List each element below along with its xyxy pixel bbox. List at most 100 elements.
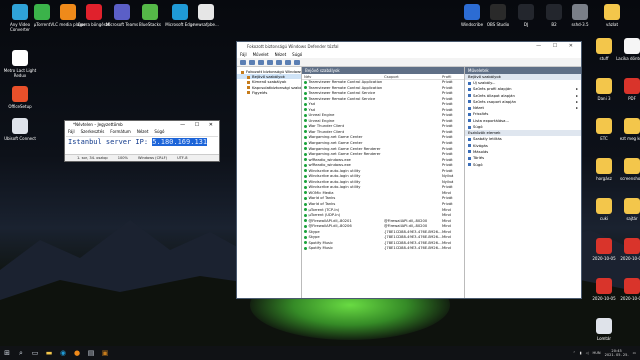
desktop-icon-ezt-meg-kell[interactable]: ezt meg kell [612, 118, 640, 141]
clock[interactable]: 20:45 2021. 05. 25. [605, 349, 629, 357]
notepad-text-area[interactable]: Istanbul server IP: 5.180.169.131 [66, 136, 218, 154]
desktop-icon-lomt-r[interactable]: Lomtár [584, 318, 624, 341]
desktop-icon-2020-10-05[interactable]: 2020-10-05 [612, 278, 640, 301]
rule-name: wfReadio_windows.exe [308, 163, 351, 168]
rule-enabled-icon [304, 130, 307, 134]
notepad-taskbar-icon[interactable]: ▤ [84, 346, 98, 360]
rule-enabled-icon [304, 152, 307, 156]
menu-help[interactable]: Súgó [154, 129, 164, 135]
desktop-icon-newsafpbe[interactable]: newsafpbe... [186, 4, 226, 27]
desktop-icon-label: ezt meg kell [619, 136, 640, 141]
rule-name: Teamviewer Remote Control Service [308, 96, 376, 101]
network-icon[interactable]: ▮ [580, 351, 582, 355]
rule-enabled-icon [304, 80, 307, 84]
rule-enabled-icon [304, 102, 307, 106]
help-icon[interactable] [294, 60, 300, 65]
rule-profile: Mind [442, 246, 451, 251]
refresh-icon[interactable] [276, 60, 282, 65]
menu-edit[interactable]: Szerkesztés [81, 129, 105, 135]
tree-item-kapcsolatbiztons-gi-szab-ly[interactable]: Kapcsolatbiztonsági szabály [237, 85, 301, 90]
pdf-icon [624, 78, 640, 94]
desktop-icon-officesetup[interactable]: OfficeSetup [0, 86, 40, 109]
rule-enabled-icon [304, 169, 307, 173]
tree-item-figyel-s[interactable]: Figyelés [237, 90, 301, 95]
dani-3-icon [596, 78, 612, 94]
menu-action[interactable]: Művelet [253, 51, 269, 58]
desktop-icon-sajt-r[interactable]: sajtár [612, 198, 640, 221]
rule-enabled-icon [304, 147, 307, 151]
clock-date: 2021. 05. 25. [604, 353, 629, 357]
back-icon[interactable] [240, 60, 246, 65]
desktop-icon-label: PDF [628, 96, 636, 101]
menu-view[interactable]: Nézet [137, 129, 149, 135]
forward-icon[interactable] [249, 60, 255, 65]
notepad-menubar: Fájl Szerkesztés Formátum Nézet Súgó [65, 129, 219, 135]
menu-format[interactable]: Formátum [110, 129, 131, 135]
selected-ip[interactable]: 5.180.169.131 [152, 138, 208, 146]
action-label: Frissítés [473, 111, 489, 117]
firewall-node-icon [241, 70, 244, 74]
desktop-icon-2020-10-05[interactable]: 2020-10-05 [612, 238, 640, 261]
tray-arrow-icon[interactable]: ⌃ [573, 351, 576, 355]
action-label: Szűrés állapot alapján [473, 92, 515, 98]
action-icon [468, 119, 471, 123]
edge-icon[interactable]: ◉ [56, 346, 70, 360]
taskbar: ⊞ ⌕ ▭ ▬ ◉ ● ▤ ▣ ⌃ ▮ ◁ HUN 20:45 2021. 05… [0, 346, 640, 360]
rule-enabled-icon [304, 213, 307, 217]
rule-name: Teamviewer Remote Control Application [308, 85, 383, 90]
column-name[interactable]: Név [302, 74, 384, 79]
desktop-icon-metro-lact-light-redux[interactable]: Metro Lact Light Redux [0, 50, 40, 78]
firewall-toolbar [237, 58, 581, 67]
search-icon[interactable]: ⌕ [14, 346, 28, 360]
export-icon[interactable] [285, 60, 291, 65]
rule-enabled-icon [304, 91, 307, 95]
table-row[interactable]: Spotify Music {78E1CD88-49E3-476E-B926-..… [302, 246, 464, 252]
action-label: Súgó [473, 124, 483, 130]
desktop-icon-v-zlat[interactable]: vázlat [592, 4, 632, 27]
rule-name: Teamviewer Remote Control Service [308, 91, 376, 96]
firefox-icon[interactable]: ● [70, 346, 84, 360]
rule-name: wfReadio_windows.exe [308, 157, 351, 162]
window-controls[interactable]: — ☐ ✕ [536, 42, 578, 51]
action-s-g[interactable]: Súgó [465, 162, 581, 168]
menu-file[interactable]: Fájl [68, 129, 75, 135]
obs-studio-icon [490, 4, 506, 20]
menu-help[interactable]: Súgó [292, 51, 302, 58]
rule-name: Windscribe auto-login utility [308, 168, 361, 173]
window-controls[interactable]: — ☐ ✕ [180, 121, 217, 129]
action-icon [468, 144, 471, 148]
desktop-icon-pdf[interactable]: PDF [612, 78, 640, 101]
desktop-icon-screenshots[interactable]: screenshots [612, 158, 640, 181]
rule-enabled-icon [304, 113, 307, 117]
firewall-window[interactable]: Fokozott biztonságú Windows Defender tűz… [236, 41, 582, 299]
notepad-titlebar[interactable]: *Névtelen – Jegyzettömb — ☐ ✕ [65, 121, 219, 129]
windows-start-icon[interactable]: ⊞ [0, 346, 14, 360]
action-icon [468, 137, 471, 141]
actions-header: Műveletek [465, 67, 581, 74]
task-view-icon[interactable]: ▭ [28, 346, 42, 360]
notepad-window[interactable]: *Névtelen – Jegyzettömb — ☐ ✕ Fájl Szerk… [64, 120, 220, 162]
menu-view[interactable]: Nézet [275, 51, 287, 58]
desktop-icon-label: newsafpbe... [193, 22, 219, 27]
desktop-icon-label: OfficeSetup [8, 104, 32, 109]
up-icon[interactable] [258, 60, 264, 65]
show-tree-icon[interactable] [267, 60, 273, 65]
volume-icon[interactable]: ◁ [586, 351, 589, 355]
column-profile[interactable]: Profil [442, 74, 464, 79]
desktop-icon-ubisoft-connect[interactable]: Ubisoft Connect [0, 118, 40, 141]
screenshots-icon [624, 158, 640, 174]
rule-name: Unreal Engine [308, 113, 335, 118]
notifications-icon[interactable]: ▭ [633, 351, 636, 355]
firewall-taskbar-icon[interactable]: ▣ [98, 346, 112, 360]
action-s-g[interactable]: Súgó [465, 124, 581, 130]
firewall-titlebar[interactable]: Fokozott biztonságú Windows Defender tűz… [237, 42, 581, 51]
desktop-icon-lacika-d-nt-db[interactable]: Lacika döntő db [612, 38, 640, 61]
2020-10-05-icon [624, 278, 640, 294]
language-indicator[interactable]: HUN [593, 351, 601, 355]
menu-file[interactable]: Fájl [240, 51, 247, 58]
rule-enabled-icon [304, 224, 307, 228]
column-group[interactable]: Csoport [384, 74, 442, 79]
file-explorer-icon[interactable]: ▬ [42, 346, 56, 360]
rule-name: µTorrent (UDP-In) [308, 213, 341, 218]
rule-name: Ysd [308, 102, 316, 107]
